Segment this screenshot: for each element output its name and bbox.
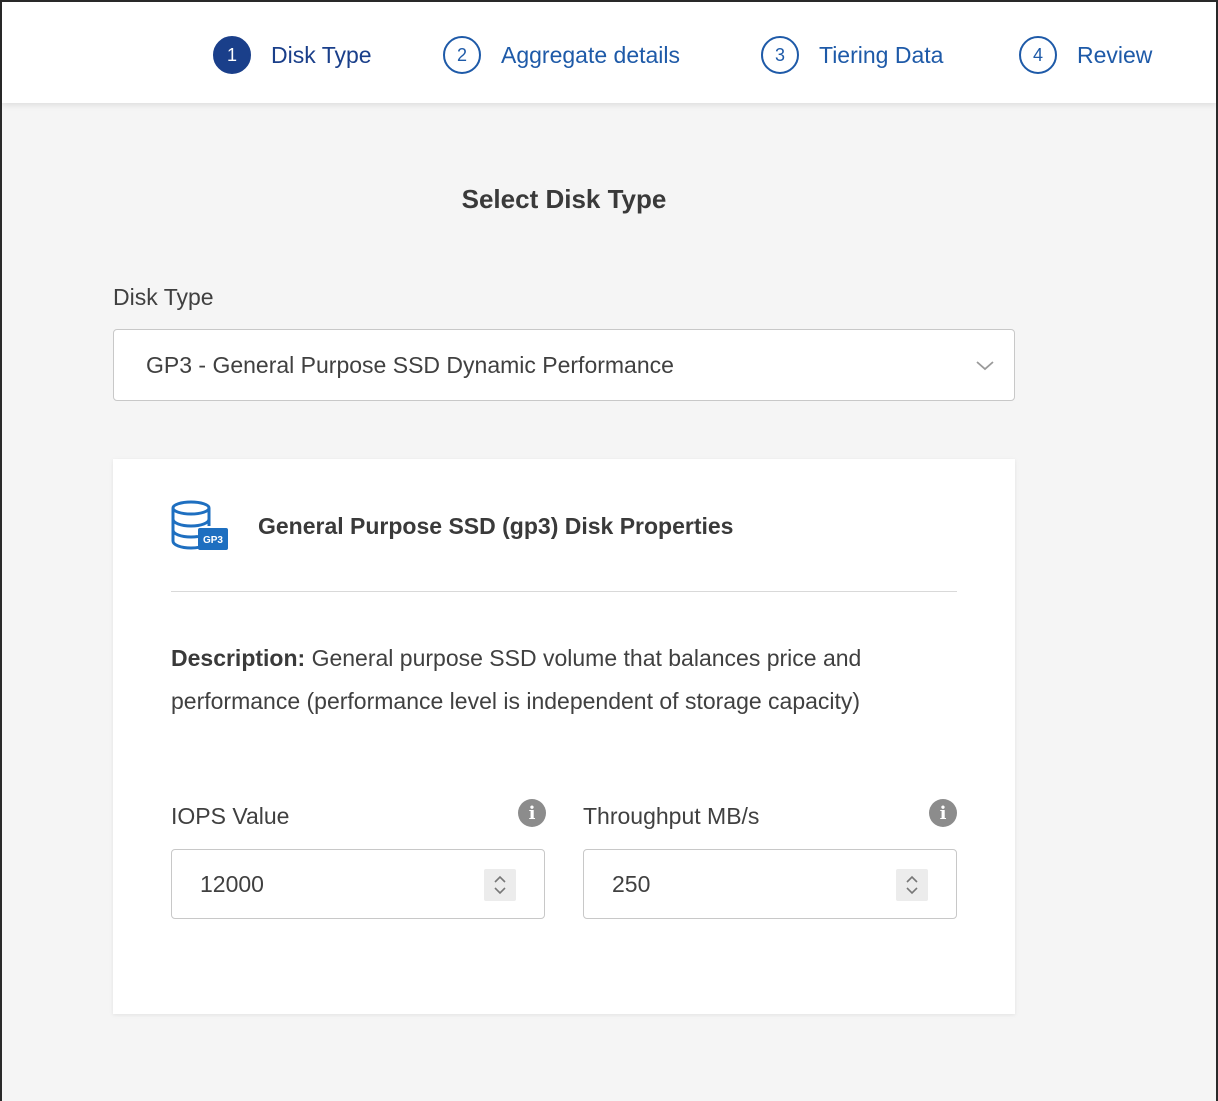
disk-type-label: Disk Type [113,284,214,310]
throughput-info-icon[interactable]: i [929,799,957,827]
disk-type-select[interactable]: GP3 - General Purpose SSD Dynamic Perfor… [113,329,1015,401]
throughput-label: Throughput MB/s [583,803,760,829]
divider [171,591,957,592]
step-number: 2 [443,36,481,74]
disk-properties-card: GP3 General Purpose SSD (gp3) Disk Prope… [113,459,1015,1014]
page-title: Select Disk Type [461,184,667,214]
description-label: Description: [171,645,306,671]
properties-title: General Purpose SSD (gp3) Disk Propertie… [258,513,734,539]
iops-info-icon[interactable]: i [518,799,546,827]
description: Description: General purpose SSD volume … [171,637,951,723]
step-number: 4 [1019,36,1057,74]
disk-type-selected-value: GP3 - General Purpose SSD Dynamic Perfor… [146,351,674,378]
step-aggregate-details[interactable]: 2 Aggregate details [443,34,680,76]
throughput-value: 250 [612,870,651,897]
database-icon: GP3 [169,499,229,560]
throughput-input[interactable]: 250 [583,849,957,919]
chevron-down-icon [974,354,996,382]
iops-stepper-icon[interactable] [484,869,516,901]
step-number: 1 [213,36,251,74]
step-number: 3 [761,36,799,74]
step-disk-type[interactable]: 1 Disk Type [213,34,372,76]
step-tiering-data[interactable]: 3 Tiering Data [761,34,943,76]
step-label: Disk Type [271,41,372,68]
step-review[interactable]: 4 Review [1019,34,1152,76]
step-label: Review [1077,41,1153,68]
step-label: Aggregate details [501,41,681,68]
iops-input[interactable]: 12000 [171,849,545,919]
wizard-stepper: 1 Disk Type 2 Aggregate details 3 Tierin… [2,2,1216,103]
step-label: Tiering Data [819,41,944,68]
gp3-badge-text: GP3 [203,535,223,546]
iops-label: IOPS Value [171,803,290,829]
iops-value: 12000 [200,870,264,897]
throughput-stepper-icon[interactable] [896,869,928,901]
